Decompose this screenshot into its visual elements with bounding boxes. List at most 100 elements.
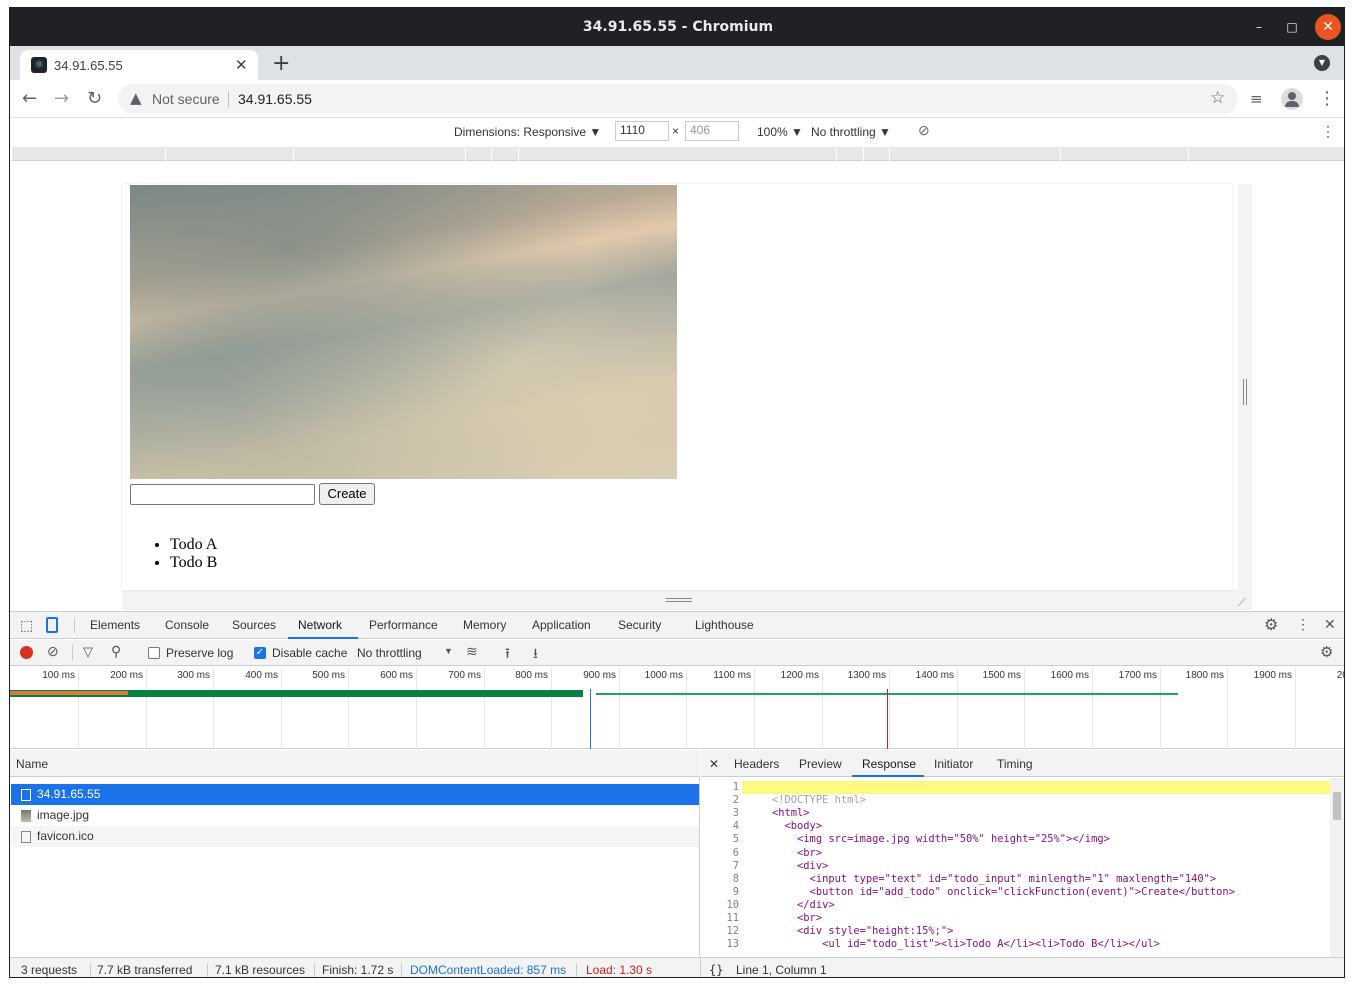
timeline-tick-label: 1500 ms <box>982 670 1021 681</box>
close-detail-icon[interactable]: ✕ <box>709 757 719 771</box>
chevron-down-icon[interactable]: ▼ <box>444 646 453 656</box>
line-number: 9 <box>732 885 739 898</box>
network-overview-timeline[interactable]: 100 ms 200 ms 300 ms 400 ms 500 ms 600 ms 700 … <box>10 667 1344 749</box>
name-column-header[interactable]: Name <box>10 750 700 777</box>
create-button[interactable]: Create <box>319 483 375 505</box>
tab-performance[interactable]: Performance <box>369 618 438 632</box>
code-line: <div> <box>747 859 829 872</box>
disable-cache-label[interactable]: Disable cache <box>272 646 347 660</box>
maximize-button[interactable]: □ <box>1283 18 1301 36</box>
search-icon[interactable]: ⚲ <box>111 643 121 660</box>
export-har-icon[interactable]: ⭳ <box>533 643 538 667</box>
inspect-element-icon[interactable]: ⬚ <box>20 617 33 634</box>
tab-headers[interactable]: Headers <box>734 757 779 771</box>
throttling-dropdown[interactable]: No throttling ▼ <box>811 125 891 139</box>
viewport-height-input[interactable]: 406 <box>685 121 739 141</box>
code-line: <ul id="todo_list"><li>Todo A</li><li>To… <box>747 938 1160 951</box>
dimensions-dropdown[interactable]: Dimensions: Responsive ▼ <box>454 125 601 139</box>
todo-item: Todo B <box>170 554 217 572</box>
request-row-image[interactable]: image.jpg <box>11 805 699 826</box>
clear-icon[interactable]: ⊘ <box>47 643 59 660</box>
close-window-button[interactable]: ✕ <box>1315 14 1341 40</box>
line-number: 4 <box>732 820 739 833</box>
code-line: <br> <box>747 912 823 924</box>
window-title: 34.91.65.55 - Chromium <box>582 19 774 35</box>
record-icon[interactable] <box>20 646 33 659</box>
transferred-size: 7.7 kB transferred <box>97 963 193 977</box>
tab-close-icon[interactable]: ✕ <box>235 56 248 74</box>
tab-lighthouse[interactable]: Lighthouse <box>695 618 754 632</box>
viewport-resize-bottom[interactable]: ⟋ <box>122 590 1252 610</box>
tab-console[interactable]: Console <box>165 618 209 632</box>
not-secure-label[interactable]: Not secure <box>152 91 220 107</box>
timeline-tick-label: 1700 ms <box>1118 670 1157 681</box>
viewport-resize-right[interactable] <box>1238 184 1252 604</box>
timeline-tick-label: 1000 ms <box>644 670 683 681</box>
url-text[interactable]: 34.91.65.55 <box>238 91 312 107</box>
settings-gear-icon[interactable]: ⚙ <box>1264 615 1278 635</box>
todo-item: Todo A <box>170 536 217 554</box>
tab-application[interactable]: Application <box>532 618 591 632</box>
back-icon[interactable]: ← <box>22 88 37 109</box>
tab-timing[interactable]: Timing <box>997 757 1033 771</box>
bookmark-star-icon[interactable]: ☆ <box>1210 88 1225 108</box>
emulated-viewport: Create Todo A Todo B <box>122 184 1232 590</box>
current-line-highlight <box>742 781 1330 794</box>
warning-icon[interactable]: ▲ <box>130 89 142 107</box>
media-query-bar[interactable] <box>12 147 1344 161</box>
profile-avatar-icon[interactable] <box>1281 88 1303 110</box>
detail-tabbar: ✕ Headers Preview Response Initiator Tim… <box>701 750 1344 777</box>
forward-icon[interactable]: → <box>54 88 69 109</box>
import-har-icon[interactable]: ⭱ <box>505 643 510 667</box>
code-line: <br> <box>747 846 823 859</box>
devtools-panel: ⬚ Elements Console Sources Network Perfo… <box>10 611 1344 977</box>
tab-elements[interactable]: Elements <box>90 618 140 632</box>
timeline-gridline <box>619 667 620 749</box>
devtools-more-icon[interactable]: ⋮ <box>1296 616 1310 633</box>
code-line: </div> <box>747 898 835 911</box>
timeline-gridline <box>1295 667 1296 749</box>
tab-sources[interactable]: Sources <box>232 618 276 632</box>
device-more-icon[interactable]: ⋮ <box>1321 123 1335 140</box>
response-scrollbar[interactable] <box>1330 778 1344 957</box>
network-throttling-select[interactable]: No throttling <box>357 646 422 660</box>
timeline-tick-label: 2000 <box>1336 670 1344 681</box>
reload-icon[interactable]: ↻ <box>87 88 102 109</box>
request-row-document[interactable]: image.jpg 34.91.65.55 <box>11 784 699 805</box>
todo-input[interactable] <box>130 484 315 505</box>
menu-kebab-icon[interactable]: ⋮ <box>1318 88 1336 109</box>
request-bar-waiting <box>10 691 128 695</box>
tab-network[interactable]: Network <box>298 618 342 632</box>
disable-cache-checkbox[interactable]: ✓ <box>254 647 266 659</box>
request-row-favicon[interactable]: favicon.ico <box>11 826 699 847</box>
timeline-gridline <box>1227 667 1228 749</box>
line-number: 2 <box>732 794 739 807</box>
zoom-dropdown[interactable]: 100% ▼ <box>757 125 803 139</box>
network-settings-icon[interactable]: ⚙ <box>1320 643 1333 661</box>
preserve-log-checkbox[interactable] <box>148 647 160 659</box>
timeline-tick-label: 1200 ms <box>780 670 819 681</box>
filter-icon[interactable]: ▽ <box>83 644 93 660</box>
new-tab-button[interactable]: + <box>272 51 290 76</box>
pretty-print-icon[interactable]: {} <box>709 963 723 977</box>
rotate-icon[interactable]: ⊘ <box>918 122 930 139</box>
address-bar[interactable]: ▲ Not secure 34.91.65.55 ☆ <box>118 84 1238 114</box>
minimize-button[interactable]: – <box>1250 18 1268 36</box>
tab-security[interactable]: Security <box>618 618 661 632</box>
media-controls-icon[interactable]: ≡ <box>1250 90 1263 108</box>
tab-memory[interactable]: Memory <box>463 618 506 632</box>
tab-response[interactable]: Response <box>862 757 916 771</box>
viewport-width-input[interactable]: 1110 <box>615 121 669 141</box>
device-toggle-icon[interactable] <box>46 617 58 633</box>
response-source[interactable]: 12 <!DOCTYPE html> 3 <html> 4 <body> 5 <img… <box>701 778 1331 957</box>
network-conditions-icon[interactable]: ≋ <box>466 643 478 660</box>
line-number: 7 <box>732 859 739 872</box>
browser-tab[interactable]: ⚛ 34.91.65.55 ✕ <box>20 50 258 80</box>
tab-preview[interactable]: Preview <box>799 757 842 771</box>
finish-time: Finish: 1.72 s <box>322 963 394 977</box>
tab-search-icon[interactable]: ▼ <box>1314 55 1330 71</box>
close-devtools-icon[interactable]: ✕ <box>1324 616 1336 633</box>
tab-initiator[interactable]: Initiator <box>934 757 973 771</box>
omnibox-separator <box>228 91 229 107</box>
preserve-log-label[interactable]: Preserve log <box>166 646 233 660</box>
